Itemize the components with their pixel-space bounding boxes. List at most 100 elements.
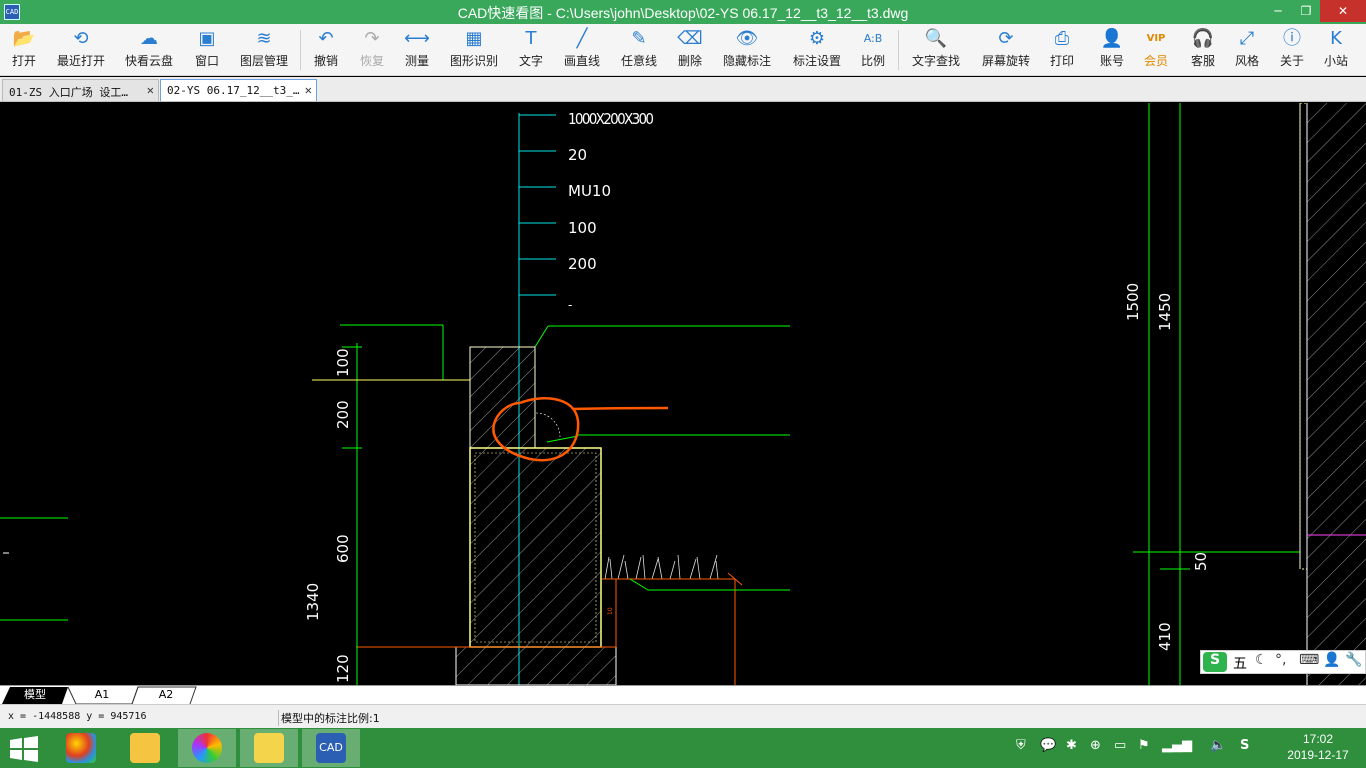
callout-text: 100 — [568, 219, 597, 237]
moon-icon[interactable]: ☾ — [1255, 652, 1268, 668]
plus-icon[interactable]: ⊕ — [1090, 738, 1101, 753]
toolbar-button-printer[interactable]: ⎙ 打印 — [1042, 26, 1082, 74]
info-icon: ⓘ — [1283, 28, 1301, 49]
tab-a1[interactable]: A1 — [72, 686, 132, 705]
punct-icon[interactable]: °, — [1275, 652, 1286, 668]
taskbar-explorer[interactable] — [116, 729, 174, 767]
toolbar-button-window[interactable]: ▣ 窗口 — [188, 26, 226, 74]
toolbar-button-info[interactable]: ⓘ 关于 — [1272, 26, 1312, 74]
toolbar-button-label: 画直线 — [563, 54, 600, 68]
ime-tray-icon[interactable]: S — [1240, 738, 1249, 753]
scale-icon: A:B — [863, 32, 883, 45]
toolbar-button-layers[interactable]: ≋ 图层管理 — [234, 26, 294, 74]
toolbar-button-vip[interactable]: VIP 会员 — [1136, 26, 1176, 74]
windows-start-icon[interactable] — [10, 736, 40, 762]
toolbar-button-pen[interactable]: ✎ 任意线 — [616, 26, 662, 74]
toolbar-button-line[interactable]: ╱ 画直线 — [558, 26, 606, 74]
ime-toolbar[interactable]: S 五 ☾ °, ⌨ 👤 🔧 — [1200, 650, 1366, 674]
search-text-icon: 🔍 — [924, 28, 948, 49]
toolbar-button-scale[interactable]: A:B 比例 — [854, 26, 892, 74]
close-tab-icon[interactable]: ✕ — [147, 83, 154, 97]
battery-icon[interactable]: ▮ — [1186, 738, 1193, 753]
bluetooth-icon[interactable]: ✱ — [1066, 738, 1077, 753]
dimension-text: 1500 — [1124, 283, 1142, 321]
shield-icon[interactable]: ⛨ — [1016, 738, 1026, 753]
callout-text: 20 — [568, 146, 587, 164]
toolbar-button-undo[interactable]: ↶ 撤销 — [308, 26, 344, 74]
redo-icon: ↷ — [364, 28, 380, 49]
taskbar-browser[interactable] — [178, 729, 236, 767]
toolbar-button-cloud[interactable]: ☁ 快看云盘 — [122, 26, 176, 74]
measure-icon: ⟷ — [404, 28, 430, 49]
toolbar-button-shape-recognize[interactable]: ▦ 图形识别 — [446, 26, 502, 74]
text-icon: T — [525, 28, 537, 49]
user-icon[interactable]: 👤 — [1323, 652, 1340, 668]
drawing-canvas[interactable]: 1000X200X300 20 MU10 100 200 - 100 200 6… — [0, 102, 1366, 686]
toolbar-separator — [300, 30, 301, 70]
cursor-coordinates: x = -1448588 y = 945716 — [8, 711, 147, 722]
toolbar-button-label: 屏幕旋转 — [981, 54, 1030, 68]
tab-document-02[interactable]: 02-YS 06.17_12__t3_… ✕ — [160, 79, 317, 101]
toolbar: 📂 打开 ⟲ 最近打开 ☁ 快看云盘 ▣ 窗口 ≋ 图层管理 ↶ 撤销 ↷ 恢复 ⟷ 测量 ▦ 图形识别 T 文字 ╱ 画… — [0, 24, 1366, 76]
minimize-button[interactable]: ─ — [1264, 0, 1292, 22]
clock-date: 2019-12-17 — [1287, 748, 1349, 762]
flag-icon[interactable]: ⚑ — [1138, 738, 1150, 753]
display-icon[interactable]: ▭ — [1114, 738, 1126, 753]
system-clock[interactable]: 17:02 2019-12-17 — [1278, 731, 1358, 763]
taskbar-app-1[interactable] — [52, 729, 110, 767]
rotate-icon: ⟳ — [998, 28, 1014, 49]
taskbar: CAD ⛨ 💬 ✱ ⊕ ▭ ⚑ ▂▄▆ ▮ 🔈 S 17:02 2019-12-… — [0, 728, 1366, 768]
taskbar-cad[interactable]: CAD — [302, 729, 360, 767]
dimension-text: 100 — [334, 348, 352, 377]
toolbar-button-label: 快看云盘 — [124, 54, 173, 68]
toolbar-button-label: 比例 — [860, 54, 885, 68]
browser-icon — [192, 733, 222, 763]
cloud-icon: ☁ — [140, 28, 158, 49]
ime-mode[interactable]: 五 — [1233, 653, 1247, 673]
wrench-icon[interactable]: 🔧 — [1345, 652, 1362, 668]
toolbar-button-label: 关于 — [1279, 54, 1304, 68]
tab-document-01[interactable]: 01-ZS 入口广场 设工… ✕ — [2, 79, 159, 101]
keyboard-icon[interactable]: ⌨ — [1299, 652, 1319, 668]
shape-recognize-icon: ▦ — [465, 28, 483, 49]
toolbar-button-label: 文字查找 — [911, 54, 960, 68]
eraser-icon: ⌫ — [677, 28, 703, 49]
toolbar-button-label: 文字 — [518, 54, 543, 68]
dimension-text: 600 — [334, 534, 352, 563]
maximize-button[interactable]: ❐ — [1292, 0, 1320, 22]
toolbar-button-rotate[interactable]: ⟳ 屏幕旋转 — [976, 26, 1036, 74]
taskbar-viewer[interactable] — [240, 729, 298, 767]
window-icon: ▣ — [198, 28, 216, 49]
toolbar-button-redo[interactable]: ↷ 恢复 — [354, 26, 390, 74]
toolbar-button-label: 小站 — [1323, 54, 1348, 68]
tab-model[interactable]: 模型 — [6, 686, 64, 705]
undo-icon: ↶ — [318, 28, 334, 49]
layers-icon: ≋ — [256, 28, 272, 49]
toolbar-button-search-text[interactable]: 🔍 文字查找 — [906, 26, 966, 74]
volume-icon[interactable]: 🔈 — [1210, 738, 1226, 753]
dimension-text: 120 — [334, 654, 352, 683]
toolbar-button-label: 打开 — [11, 54, 36, 68]
vip-icon: VIP — [1146, 33, 1166, 44]
toolbar-button-gear[interactable]: ⚙ 标注设置 — [788, 26, 846, 74]
close-button[interactable]: ✕ — [1320, 0, 1366, 22]
annotation-scale: 模型中的标注比例:1 — [278, 710, 380, 726]
close-tab-icon[interactable]: ✕ — [305, 83, 312, 97]
toolbar-button-label: 测量 — [404, 54, 429, 68]
toolbar-button-label: 窗口 — [194, 54, 219, 68]
toolbar-button-label: 最近打开 — [56, 54, 105, 68]
toolbar-button-text[interactable]: T 文字 — [512, 26, 550, 74]
toolbar-button-site[interactable]: K 小站 — [1314, 26, 1358, 74]
toolbar-button-eye-hide[interactable]: 👁 隐藏标注 — [718, 26, 776, 74]
wechat-icon[interactable]: 💬 — [1040, 738, 1056, 753]
tab-a2[interactable]: A2 — [136, 686, 196, 705]
toolbar-button-history[interactable]: ⟲ 最近打开 — [52, 26, 110, 74]
toolbar-button-headset[interactable]: 🎧 客服 — [1184, 26, 1222, 74]
toolbar-button-folder-open[interactable]: 📂 打开 — [2, 26, 46, 74]
toolbar-button-user[interactable]: 👤 账号 — [1094, 26, 1130, 74]
document-tab-bar: 01-ZS 入口广场 设工… ✕ 02-YS 06.17_12__t3_… ✕ — [0, 77, 1366, 102]
toolbar-button-measure[interactable]: ⟷ 测量 — [396, 26, 438, 74]
title-bar: CAD CAD快速看图 - C:\Users\john\Desktop\02-Y… — [0, 0, 1366, 24]
toolbar-button-eraser[interactable]: ⌫ 删除 — [672, 26, 708, 74]
toolbar-button-style[interactable]: ⤢ 风格 — [1228, 26, 1266, 74]
